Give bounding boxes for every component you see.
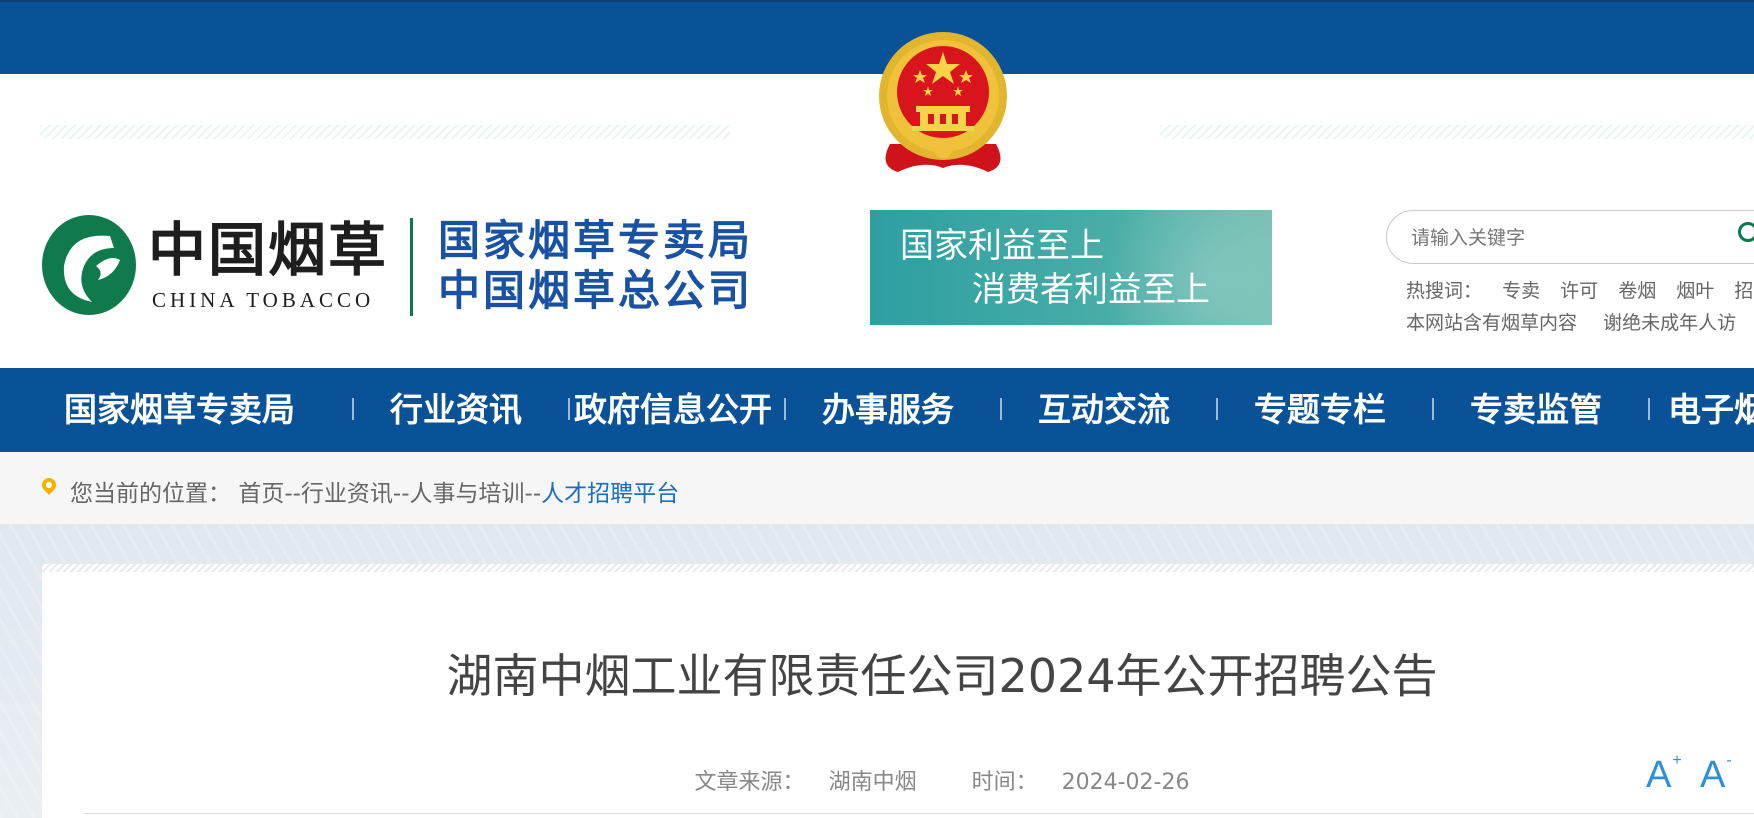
hot-word-link[interactable]: 专卖 [1502,280,1540,302]
nav-separator [568,398,570,420]
breadcrumb-separator: -- [284,481,301,507]
notice-text: 谢绝未成年人访 [1603,312,1737,334]
font-decrease-sign: - [1726,752,1732,769]
font-decrease-letter: A [1700,754,1726,796]
hot-word-link[interactable]: 许可 [1560,280,1598,302]
decorative-stripe-left [40,125,730,139]
nav-item-monopoly-supervision[interactable]: 专卖监管 [1470,368,1602,452]
article-meta: 文章来源： 湖南中烟 时间： 2024-02-26 [0,764,1754,796]
site-logo[interactable]: 中国烟草 CHINA TOBACCO 国家烟草专卖局 中国烟草总公司 [40,210,760,320]
nav-item-industry-news[interactable]: 行业资讯 [390,368,522,452]
nav-separator [1216,398,1218,420]
nav-item-interaction[interactable]: 互动交流 [1038,368,1170,452]
font-size-increase-button[interactable]: A+ [1646,752,1682,797]
search-input[interactable] [1409,224,1713,252]
font-size-decrease-button[interactable]: A- [1700,752,1732,797]
search-icon[interactable] [1738,222,1754,242]
nav-separator [352,398,354,420]
nav-item-services[interactable]: 办事服务 [822,368,954,452]
logo-english-text: CHINA TOBACCO [152,288,375,312]
hot-word-link[interactable]: 招聘 [1734,280,1754,302]
slogan-line2: 消费者利益至上 [972,270,1210,310]
font-increase-letter: A [1646,754,1672,796]
nav-separator [1432,398,1434,420]
search-box [1386,210,1754,264]
nav-item-state-tobacco-bureau[interactable]: 国家烟草专卖局 [64,368,295,452]
article-meta-divider [84,813,1754,814]
hot-search-row: 热搜词： 专卖 许可 卷烟 烟叶 招聘 [1406,276,1754,303]
nav-separator [1648,398,1650,420]
breadcrumb: 您当前的位置： 首页--行业资讯--人事与培训--人才招聘平台 [70,474,679,508]
breadcrumb-hr-link[interactable]: 人事与培训 [410,481,525,507]
decorative-stripe-right [1160,125,1754,139]
breadcrumb-industry-link[interactable]: 行业资讯 [301,481,393,507]
nav-separator [1000,398,1002,420]
agency-name-line2: 中国烟草总公司 [438,266,754,315]
hot-word-link[interactable]: 卷烟 [1618,280,1656,302]
article-card-top-border [42,564,1754,572]
source-label: 文章来源： [694,770,805,795]
breadcrumb-current-link[interactable]: 人才招聘平台 [541,481,679,507]
nav-item-special-topics[interactable]: 专题专栏 [1254,368,1386,452]
hot-search-label: 热搜词： [1406,280,1483,302]
article-title: 湖南中烟工业有限责任公司2024年公开招聘公告 [446,649,1438,703]
hot-word-link[interactable]: 烟叶 [1676,280,1714,302]
source-value: 湖南中烟 [828,770,917,795]
logo-divider [410,218,413,316]
china-tobacco-logo-icon [42,215,136,315]
agency-name-line1: 国家烟草专卖局 [438,216,754,265]
breadcrumb-separator: -- [392,481,410,507]
main-nav: 国家烟草专卖局 行业资讯 政府信息公开 办事服务 互动交流 专题专栏 专卖监管 … [0,368,1754,452]
nav-separator [784,398,786,420]
time-label: 时间： [971,770,1038,795]
slogan-banner: 国家利益至上 消费者利益至上 [870,210,1272,325]
font-increase-sign: + [1672,752,1682,769]
tobacco-notice: 本网站含有烟草内容 谢绝未成年人访 [1406,308,1754,335]
nav-item-e-cigarette[interactable]: 电子烟 [1668,368,1754,452]
top-banner-edge [0,0,1754,2]
national-emblem-icon [879,32,1007,172]
nav-item-government-info[interactable]: 政府信息公开 [574,368,772,452]
notice-text: 本网站含有烟草内容 [1406,312,1578,334]
breadcrumb-prefix: 您当前的位置： [70,481,231,507]
breadcrumb-separator: -- [524,481,542,507]
breadcrumb-home-link[interactable]: 首页 [238,481,284,507]
time-value: 2024-02-26 [1061,770,1190,795]
slogan-line1: 国家利益至上 [900,226,1104,266]
logo-chinese-text: 中国烟草 [148,216,389,284]
